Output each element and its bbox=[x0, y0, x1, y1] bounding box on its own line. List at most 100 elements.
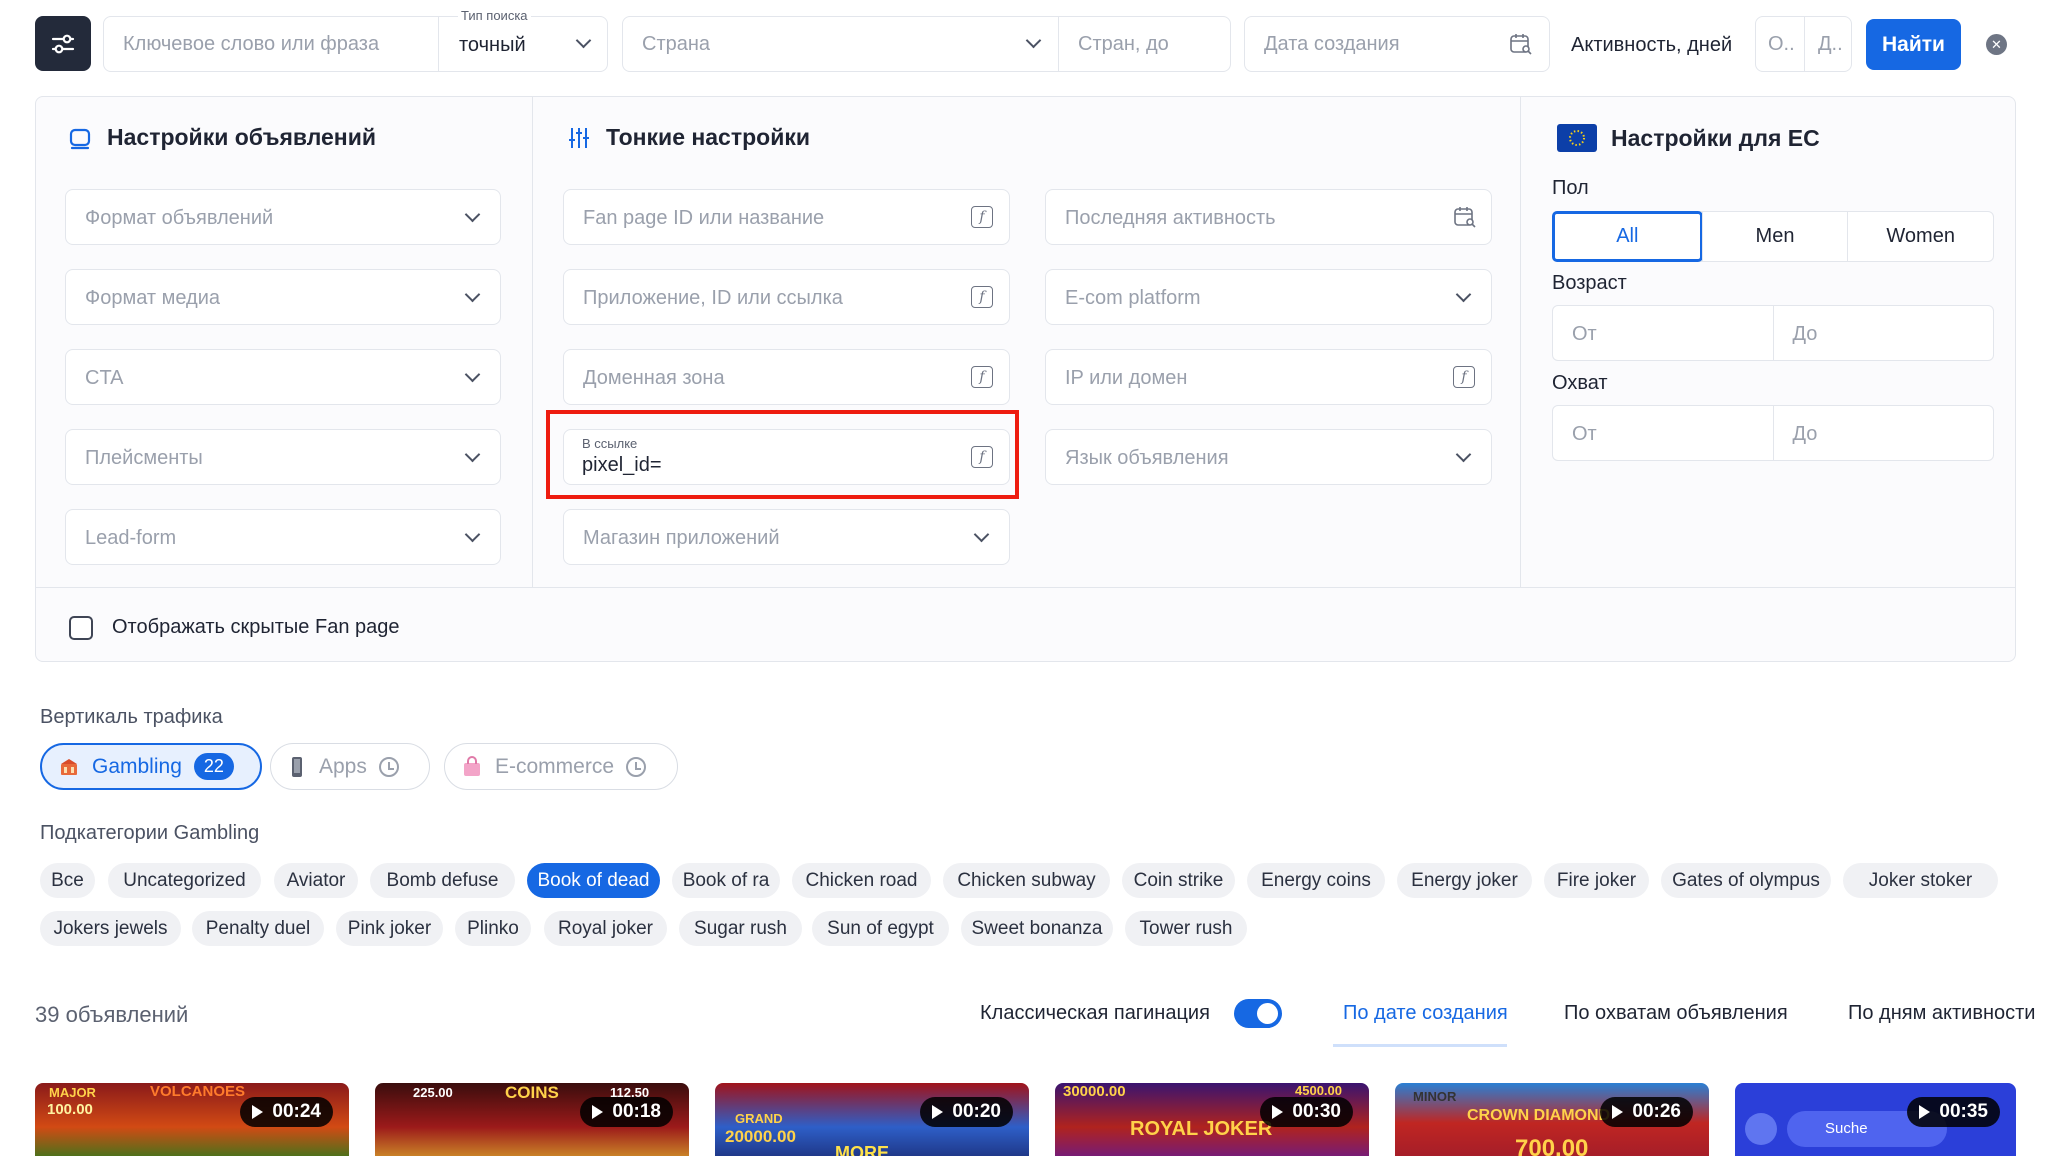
subcategory-tag[interactable]: Plinko bbox=[455, 911, 531, 946]
activity-days-label: Активность, дней bbox=[1571, 34, 1733, 56]
search-button[interactable]: Найти bbox=[1866, 19, 1961, 70]
subcategory-tag[interactable]: Gates of olympus bbox=[1661, 863, 1831, 898]
country-to-input[interactable]: Стран, до bbox=[1078, 33, 1169, 56]
subcategory-tag[interactable]: Bomb defuse bbox=[370, 863, 515, 898]
country-select[interactable]: Страна bbox=[642, 33, 710, 56]
lead-form-select[interactable]: Lead-form bbox=[65, 509, 501, 565]
subcategory-tag[interactable]: Penalty duel bbox=[192, 911, 324, 946]
chevron-down-icon bbox=[1455, 286, 1472, 303]
gender-option-all[interactable]: All bbox=[1552, 211, 1703, 262]
placements-select[interactable]: Плейсменты bbox=[65, 429, 501, 485]
classic-pagination-toggle[interactable] bbox=[1234, 999, 1282, 1028]
show-hidden-checkbox[interactable] bbox=[69, 616, 93, 640]
casino-icon bbox=[61, 758, 77, 775]
filters-toggle-button[interactable] bbox=[35, 16, 91, 71]
ad-card[interactable]: MAJOR 100.00 VOLCANOES 00:24 bbox=[35, 1083, 349, 1156]
classic-pagination-label: Классическая пагинация bbox=[980, 1002, 1210, 1024]
function-icon[interactable]: f bbox=[971, 206, 993, 228]
ip-domain-input[interactable]: IP или домен f bbox=[1045, 349, 1492, 405]
duration-text: 00:35 bbox=[1939, 1101, 1988, 1122]
subcategory-tag[interactable]: Fire joker bbox=[1544, 863, 1649, 898]
sliders-icon bbox=[51, 34, 75, 53]
ad-card[interactable]: 30000.00 ROYAL JOKER 4500.00 00:30 bbox=[1055, 1083, 1369, 1156]
vertical-gambling-chip[interactable]: Gambling 22 bbox=[40, 743, 262, 790]
card-text-b: 100.00 bbox=[47, 1101, 93, 1118]
card-text-a: MINOR bbox=[1413, 1089, 1457, 1104]
subcategory-tag[interactable]: Chicken road bbox=[792, 863, 931, 898]
vertical-gambling-count: 22 bbox=[193, 753, 234, 780]
media-format-select[interactable]: Формат медиа bbox=[65, 269, 501, 325]
app-store-select[interactable]: Магазин приложений bbox=[563, 509, 1010, 565]
function-icon[interactable]: f bbox=[971, 286, 993, 308]
card-text-b: ROYAL JOKER bbox=[1130, 1118, 1273, 1140]
subcategory-tag[interactable]: Sun of egypt bbox=[812, 911, 949, 946]
app-input[interactable]: Приложение, ID или ссылка f bbox=[563, 269, 1010, 325]
subcategory-tag[interactable]: Jokers jewels bbox=[40, 911, 181, 946]
subcategory-tag[interactable]: Все bbox=[40, 863, 95, 898]
subcategory-tag[interactable]: Tower rush bbox=[1125, 911, 1247, 946]
reach-to-input[interactable]: До bbox=[1772, 406, 1994, 460]
sort-by-reach-tab[interactable]: По охватам объявления bbox=[1564, 1002, 1788, 1025]
ad-card[interactable]: MINOR CROWN DIAMOND 700.00 00:26 bbox=[1395, 1083, 1709, 1156]
card-text-c: 700.00 bbox=[1515, 1135, 1589, 1156]
duration-badge: 00:20 bbox=[920, 1097, 1013, 1127]
duration-badge: 00:35 bbox=[1907, 1097, 2000, 1127]
age-from-input[interactable]: От bbox=[1553, 306, 1773, 360]
fan-page-input[interactable]: Fan page ID или название f bbox=[563, 189, 1010, 245]
play-icon bbox=[1272, 1105, 1284, 1119]
play-icon bbox=[932, 1105, 944, 1119]
cta-select[interactable]: CTA bbox=[65, 349, 501, 405]
subcategory-tag[interactable]: Aviator bbox=[274, 863, 358, 898]
gender-option-men[interactable]: Men bbox=[1701, 212, 1848, 261]
traffic-vertical-label: Вертикаль трафика bbox=[40, 706, 223, 728]
ecom-platform-select[interactable]: E-com platform bbox=[1045, 269, 1492, 325]
duration-text: 00:18 bbox=[612, 1101, 661, 1122]
card-text-a: MAJOR bbox=[49, 1085, 96, 1100]
subcategory-tag[interactable]: Book of ra bbox=[672, 863, 780, 898]
calendar-search-icon[interactable] bbox=[1453, 205, 1477, 229]
subcategory-tag[interactable]: Sugar rush bbox=[679, 911, 802, 946]
function-icon[interactable]: f bbox=[1453, 366, 1475, 388]
subcategory-tag[interactable]: Royal joker bbox=[544, 911, 667, 946]
search-type-select[interactable]: точный bbox=[459, 34, 526, 57]
gender-option-women[interactable]: Women bbox=[1847, 212, 1993, 261]
calendar-search-icon[interactable] bbox=[1509, 32, 1533, 56]
subcategory-tag[interactable]: Energy joker bbox=[1397, 863, 1532, 898]
created-date-input[interactable]: Дата создания bbox=[1244, 16, 1550, 72]
domain-zone-input[interactable]: Доменная зона f bbox=[563, 349, 1010, 405]
subcategory-tag[interactable]: Book of dead bbox=[527, 863, 660, 898]
ad-language-select[interactable]: Язык объявления bbox=[1045, 429, 1492, 485]
vertical-ecommerce-chip[interactable]: E-commerce bbox=[444, 743, 678, 790]
activity-from-input[interactable]: О.. bbox=[1768, 33, 1795, 56]
subcategory-tag[interactable]: Energy coins bbox=[1247, 863, 1385, 898]
subcategory-tag[interactable]: Uncategorized bbox=[108, 863, 261, 898]
age-to-input[interactable]: До bbox=[1772, 306, 1994, 360]
sort-by-activity-days-tab[interactable]: По дням активности bbox=[1848, 1002, 2035, 1025]
play-icon bbox=[1612, 1105, 1624, 1119]
vertical-apps-chip[interactable]: Apps bbox=[270, 743, 430, 790]
subcategory-tag[interactable]: Chicken subway bbox=[943, 863, 1110, 898]
ad-card[interactable]: 225.00 COINS 112.50 00:18 bbox=[375, 1083, 689, 1156]
settings-panel: Настройки объявлений Формат объявлений Ф… bbox=[35, 96, 2016, 662]
clear-filters-icon[interactable]: ✕ bbox=[1986, 34, 2007, 55]
last-activity-input[interactable]: Последняя активность bbox=[1045, 189, 1492, 245]
subcategory-tag[interactable]: Pink joker bbox=[336, 911, 443, 946]
phone-icon bbox=[292, 756, 302, 777]
subcategory-tag[interactable]: Coin strike bbox=[1122, 863, 1235, 898]
function-icon[interactable]: f bbox=[971, 366, 993, 388]
ad-card[interactable]: GRAND 20000.00 MORE 00:20 bbox=[715, 1083, 1029, 1156]
subcategory-tag[interactable]: Joker stoker bbox=[1843, 863, 1998, 898]
show-hidden-label: Отображать скрытые Fan page bbox=[112, 616, 400, 638]
ad-format-select[interactable]: Формат объявлений bbox=[65, 189, 501, 245]
activity-to-input[interactable]: Д.. bbox=[1818, 33, 1843, 56]
reach-from-input[interactable]: От bbox=[1553, 406, 1773, 460]
ad-settings-title: Настройки объявлений bbox=[67, 124, 376, 151]
vertical-ecommerce-label: E-commerce bbox=[495, 754, 615, 778]
subcategory-tag[interactable]: Sweet bonanza bbox=[961, 911, 1113, 946]
duration-text: 00:30 bbox=[1292, 1101, 1341, 1122]
ad-stack-icon bbox=[69, 128, 91, 149]
keyword-input[interactable]: Ключевое слово или фраза bbox=[123, 33, 379, 56]
reach-range: От До bbox=[1552, 405, 1994, 461]
ad-card[interactable]: Suche 00:35 bbox=[1735, 1083, 2016, 1156]
sort-by-creation-date-tab[interactable]: По дате создания bbox=[1343, 1002, 1508, 1025]
